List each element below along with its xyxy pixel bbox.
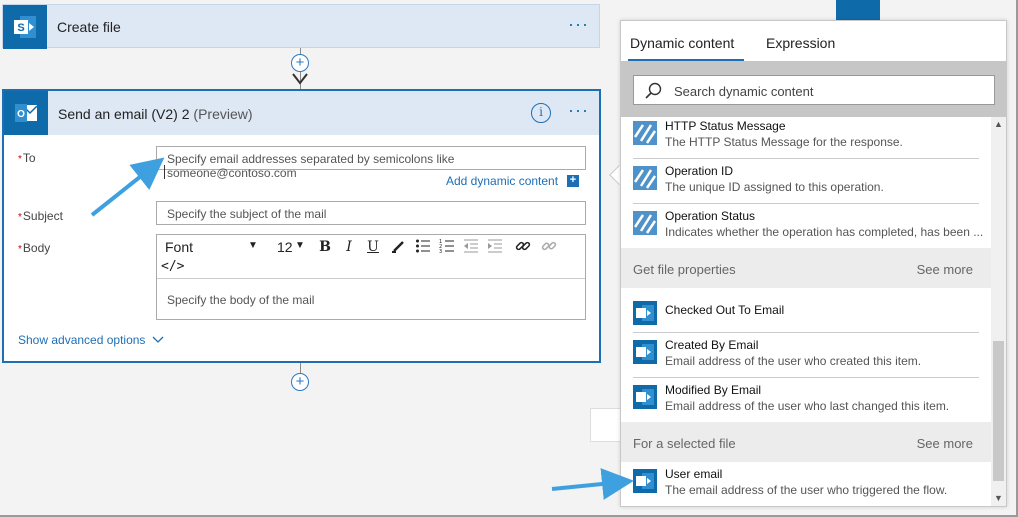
annotation-arrow-to-field [90, 157, 165, 217]
annotation-arrow-user-email [551, 468, 634, 500]
annotation-arrows [90, 157, 634, 500]
